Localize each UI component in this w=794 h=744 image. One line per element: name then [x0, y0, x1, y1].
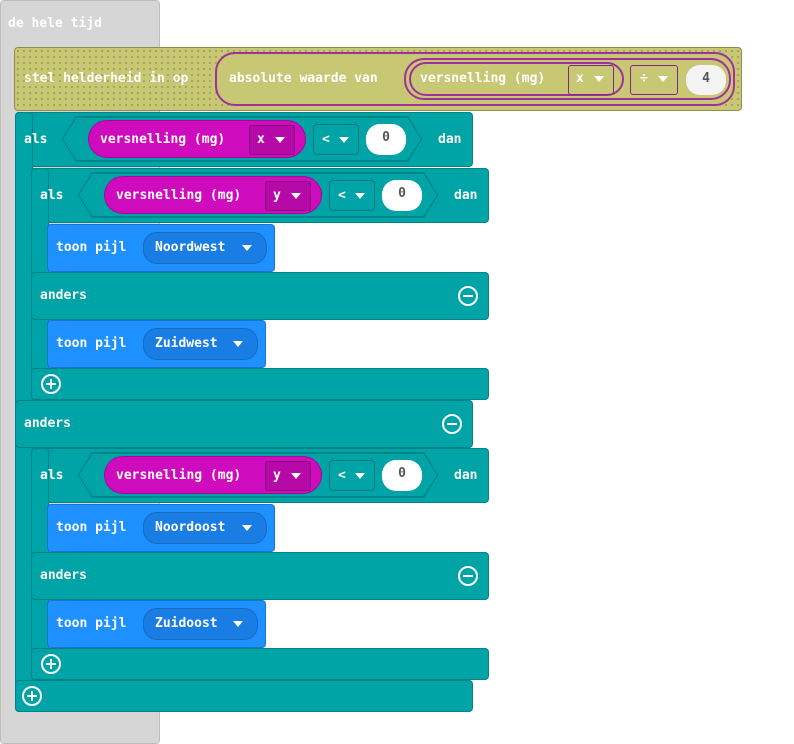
accel-label-brightness: versnelling (mg)	[420, 71, 546, 86]
inner-if2-operator-dropdown[interactable]	[329, 460, 375, 491]
chevron-down-icon	[658, 76, 668, 82]
chevron-down-icon	[233, 341, 243, 347]
chevron-down-icon	[339, 137, 349, 143]
chevron-down-icon	[275, 137, 285, 143]
abs-value-label: absolute waarde van	[229, 71, 378, 86]
set-brightness-label: stel helderheid in op	[24, 71, 189, 86]
inner-if2-operator-value: <	[338, 468, 346, 483]
chevron-down-icon	[291, 193, 301, 199]
inner-if1-value-input[interactable]: 0	[382, 180, 422, 211]
show-arrow-label: toon pijl	[56, 520, 127, 535]
show-arrow-label: toon pijl	[56, 240, 127, 255]
divisor-input[interactable]: 4	[686, 65, 726, 95]
inner-if2-value-input[interactable]: 0	[382, 460, 422, 491]
axis-dropdown-brightness-value: x	[576, 71, 584, 86]
inner-if2-label: als	[40, 468, 64, 483]
arrow-dropdown-southeast-value: Zuidoost	[155, 616, 218, 631]
inner-if1-then-label: dan	[454, 188, 478, 203]
inner-if1-accel-label: versnelling (mg)	[116, 188, 242, 203]
arrow-dropdown-northeast-value: Noordoost	[155, 520, 226, 535]
inner-if2-else-header[interactable]	[31, 552, 489, 600]
outer-accel-label: versnelling (mg)	[100, 132, 226, 147]
inner-if1-operator-dropdown[interactable]	[329, 180, 375, 211]
operator-dropdown-brightness[interactable]	[630, 65, 678, 95]
chevron-down-icon	[355, 473, 365, 479]
outer-axis-dropdown[interactable]	[249, 125, 295, 155]
outer-then-label: dan	[438, 132, 462, 147]
inner-if1-else-minus-icon[interactable]	[458, 286, 478, 306]
inner-if2-footer	[31, 648, 489, 680]
inner-if1-axis-dropdown[interactable]	[265, 181, 311, 211]
inner-if1-else-label: anders	[40, 288, 87, 303]
inner-if1-plus-icon[interactable]	[41, 374, 61, 394]
inner-if2-axis-dropdown[interactable]	[265, 461, 311, 491]
outer-operator-dropdown[interactable]	[313, 124, 359, 155]
outer-if-footer	[15, 680, 473, 712]
inner-if2-axis-value: y	[273, 468, 281, 483]
outer-else-label: anders	[24, 416, 71, 431]
axis-dropdown-brightness[interactable]	[568, 65, 614, 95]
inner-if1-else-header[interactable]	[31, 272, 489, 320]
inner-if2-accel-label: versnelling (mg)	[116, 468, 242, 483]
show-arrow-label: toon pijl	[56, 616, 127, 631]
inner-if1-footer	[31, 368, 489, 400]
inner-if2-else-minus-icon[interactable]	[458, 566, 478, 586]
outer-if-plus-icon[interactable]	[22, 686, 42, 706]
outer-else-minus-icon[interactable]	[442, 414, 462, 434]
inner-if1-operator-value: <	[338, 188, 346, 203]
arrow-dropdown-southwest-value: Zuidwest	[155, 336, 218, 351]
inner-if2-else-label: anders	[40, 568, 87, 583]
outer-if-label: als	[24, 132, 48, 147]
chevron-down-icon	[242, 525, 252, 531]
outer-operator-value: <	[322, 132, 330, 147]
outer-else-header[interactable]	[15, 400, 473, 448]
inner-if2-then-label: dan	[454, 468, 478, 483]
inner-if1-label: als	[40, 188, 64, 203]
forever-label: de hele tijd	[8, 16, 102, 31]
chevron-down-icon	[233, 621, 243, 627]
operator-dropdown-brightness-value: ÷	[640, 71, 648, 86]
chevron-down-icon	[291, 473, 301, 479]
outer-value-input[interactable]: 0	[366, 124, 406, 155]
outer-axis-value: x	[257, 132, 265, 147]
arrow-dropdown-northwest-value: Noordwest	[155, 240, 226, 255]
inner-if2-plus-icon[interactable]	[41, 654, 61, 674]
show-arrow-label: toon pijl	[56, 336, 127, 351]
inner-if1-axis-value: y	[273, 188, 281, 203]
chevron-down-icon	[355, 193, 365, 199]
chevron-down-icon	[594, 76, 604, 82]
chevron-down-icon	[242, 245, 252, 251]
